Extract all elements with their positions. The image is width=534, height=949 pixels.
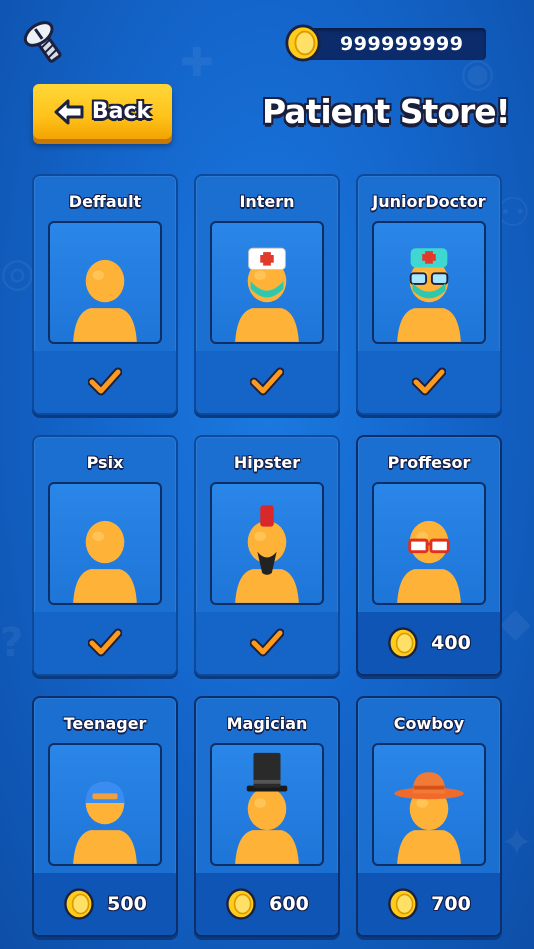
store-item-name: Teenager xyxy=(63,714,147,733)
price-tag: 400 xyxy=(358,612,500,674)
checkmark-icon xyxy=(250,628,284,657)
store-item-card[interactable]: Psix xyxy=(32,435,178,676)
coin-icon xyxy=(285,24,321,62)
background-pattern: ◆ xyxy=(500,600,531,646)
character-figure xyxy=(235,505,299,603)
character-figure xyxy=(235,752,299,864)
back-arrow-icon xyxy=(54,99,84,124)
coin-icon xyxy=(388,627,418,659)
store-item-card[interactable]: Deffault xyxy=(32,174,178,415)
background-pattern: ✚ xyxy=(180,40,214,86)
price-text: 400 xyxy=(431,632,471,654)
store-item-name: Magician xyxy=(226,714,308,733)
character-portrait xyxy=(210,482,324,605)
owned-indicator xyxy=(196,612,338,674)
price-text: 700 xyxy=(431,893,471,915)
price-text: 500 xyxy=(107,893,147,915)
store-item-card[interactable]: Magician 600 xyxy=(194,696,340,937)
owned-indicator xyxy=(358,351,500,413)
store-item-name: Deffault xyxy=(68,192,142,211)
background-pattern: ✦ xyxy=(500,820,534,866)
page-title: Patient Store! xyxy=(262,92,511,131)
character-figure xyxy=(394,772,464,864)
coin-icon xyxy=(388,888,418,920)
store-item-card[interactable]: Proffesor 400 xyxy=(356,435,502,676)
store-item-card[interactable]: Intern xyxy=(194,174,340,415)
checkmark-icon xyxy=(412,367,446,396)
character-portrait xyxy=(48,743,162,866)
coin-balance-text: 999999999 xyxy=(340,33,464,55)
coin-icon xyxy=(64,888,94,920)
character-figure xyxy=(397,520,461,603)
character-portrait xyxy=(210,743,324,866)
store-item-name: Intern xyxy=(239,192,295,211)
owned-indicator xyxy=(34,612,176,674)
store-item-name: Psix xyxy=(86,453,124,472)
checkmark-icon xyxy=(250,367,284,396)
character-portrait xyxy=(372,221,486,344)
price-tag: 500 xyxy=(34,873,176,935)
store-item-card[interactable]: Cowboy 700 xyxy=(356,696,502,937)
owned-indicator xyxy=(196,351,338,413)
price-tag: 700 xyxy=(358,873,500,935)
character-figure xyxy=(73,520,137,603)
character-portrait xyxy=(48,221,162,344)
settings-screw-icon[interactable] xyxy=(20,18,70,68)
character-portrait xyxy=(48,482,162,605)
character-portrait xyxy=(210,221,324,344)
background-pattern: ? xyxy=(0,620,24,666)
coin-icon xyxy=(226,888,256,920)
price-tag: 600 xyxy=(196,873,338,935)
store-item-name: JuniorDoctor xyxy=(372,192,486,211)
character-portrait xyxy=(372,743,486,866)
store-item-card[interactable]: Hipster xyxy=(194,435,340,676)
store-item-name: Hipster xyxy=(233,453,301,472)
background-pattern: ◎ xyxy=(0,250,35,296)
owned-indicator xyxy=(34,351,176,413)
character-figure xyxy=(235,247,299,342)
character-figure xyxy=(73,259,137,342)
back-button-label: Back xyxy=(91,99,152,124)
checkmark-icon xyxy=(88,367,122,396)
store-item-name: Cowboy xyxy=(393,714,465,733)
character-figure xyxy=(73,781,137,864)
back-button[interactable]: Back xyxy=(33,84,172,139)
store-item-name: Proffesor xyxy=(387,453,471,472)
store-item-card[interactable]: JuniorDoctor xyxy=(356,174,502,415)
character-figure xyxy=(397,248,461,342)
store-item-card[interactable]: Teenager 500 xyxy=(32,696,178,937)
checkmark-icon xyxy=(88,628,122,657)
price-text: 600 xyxy=(269,893,309,915)
character-portrait xyxy=(372,482,486,605)
